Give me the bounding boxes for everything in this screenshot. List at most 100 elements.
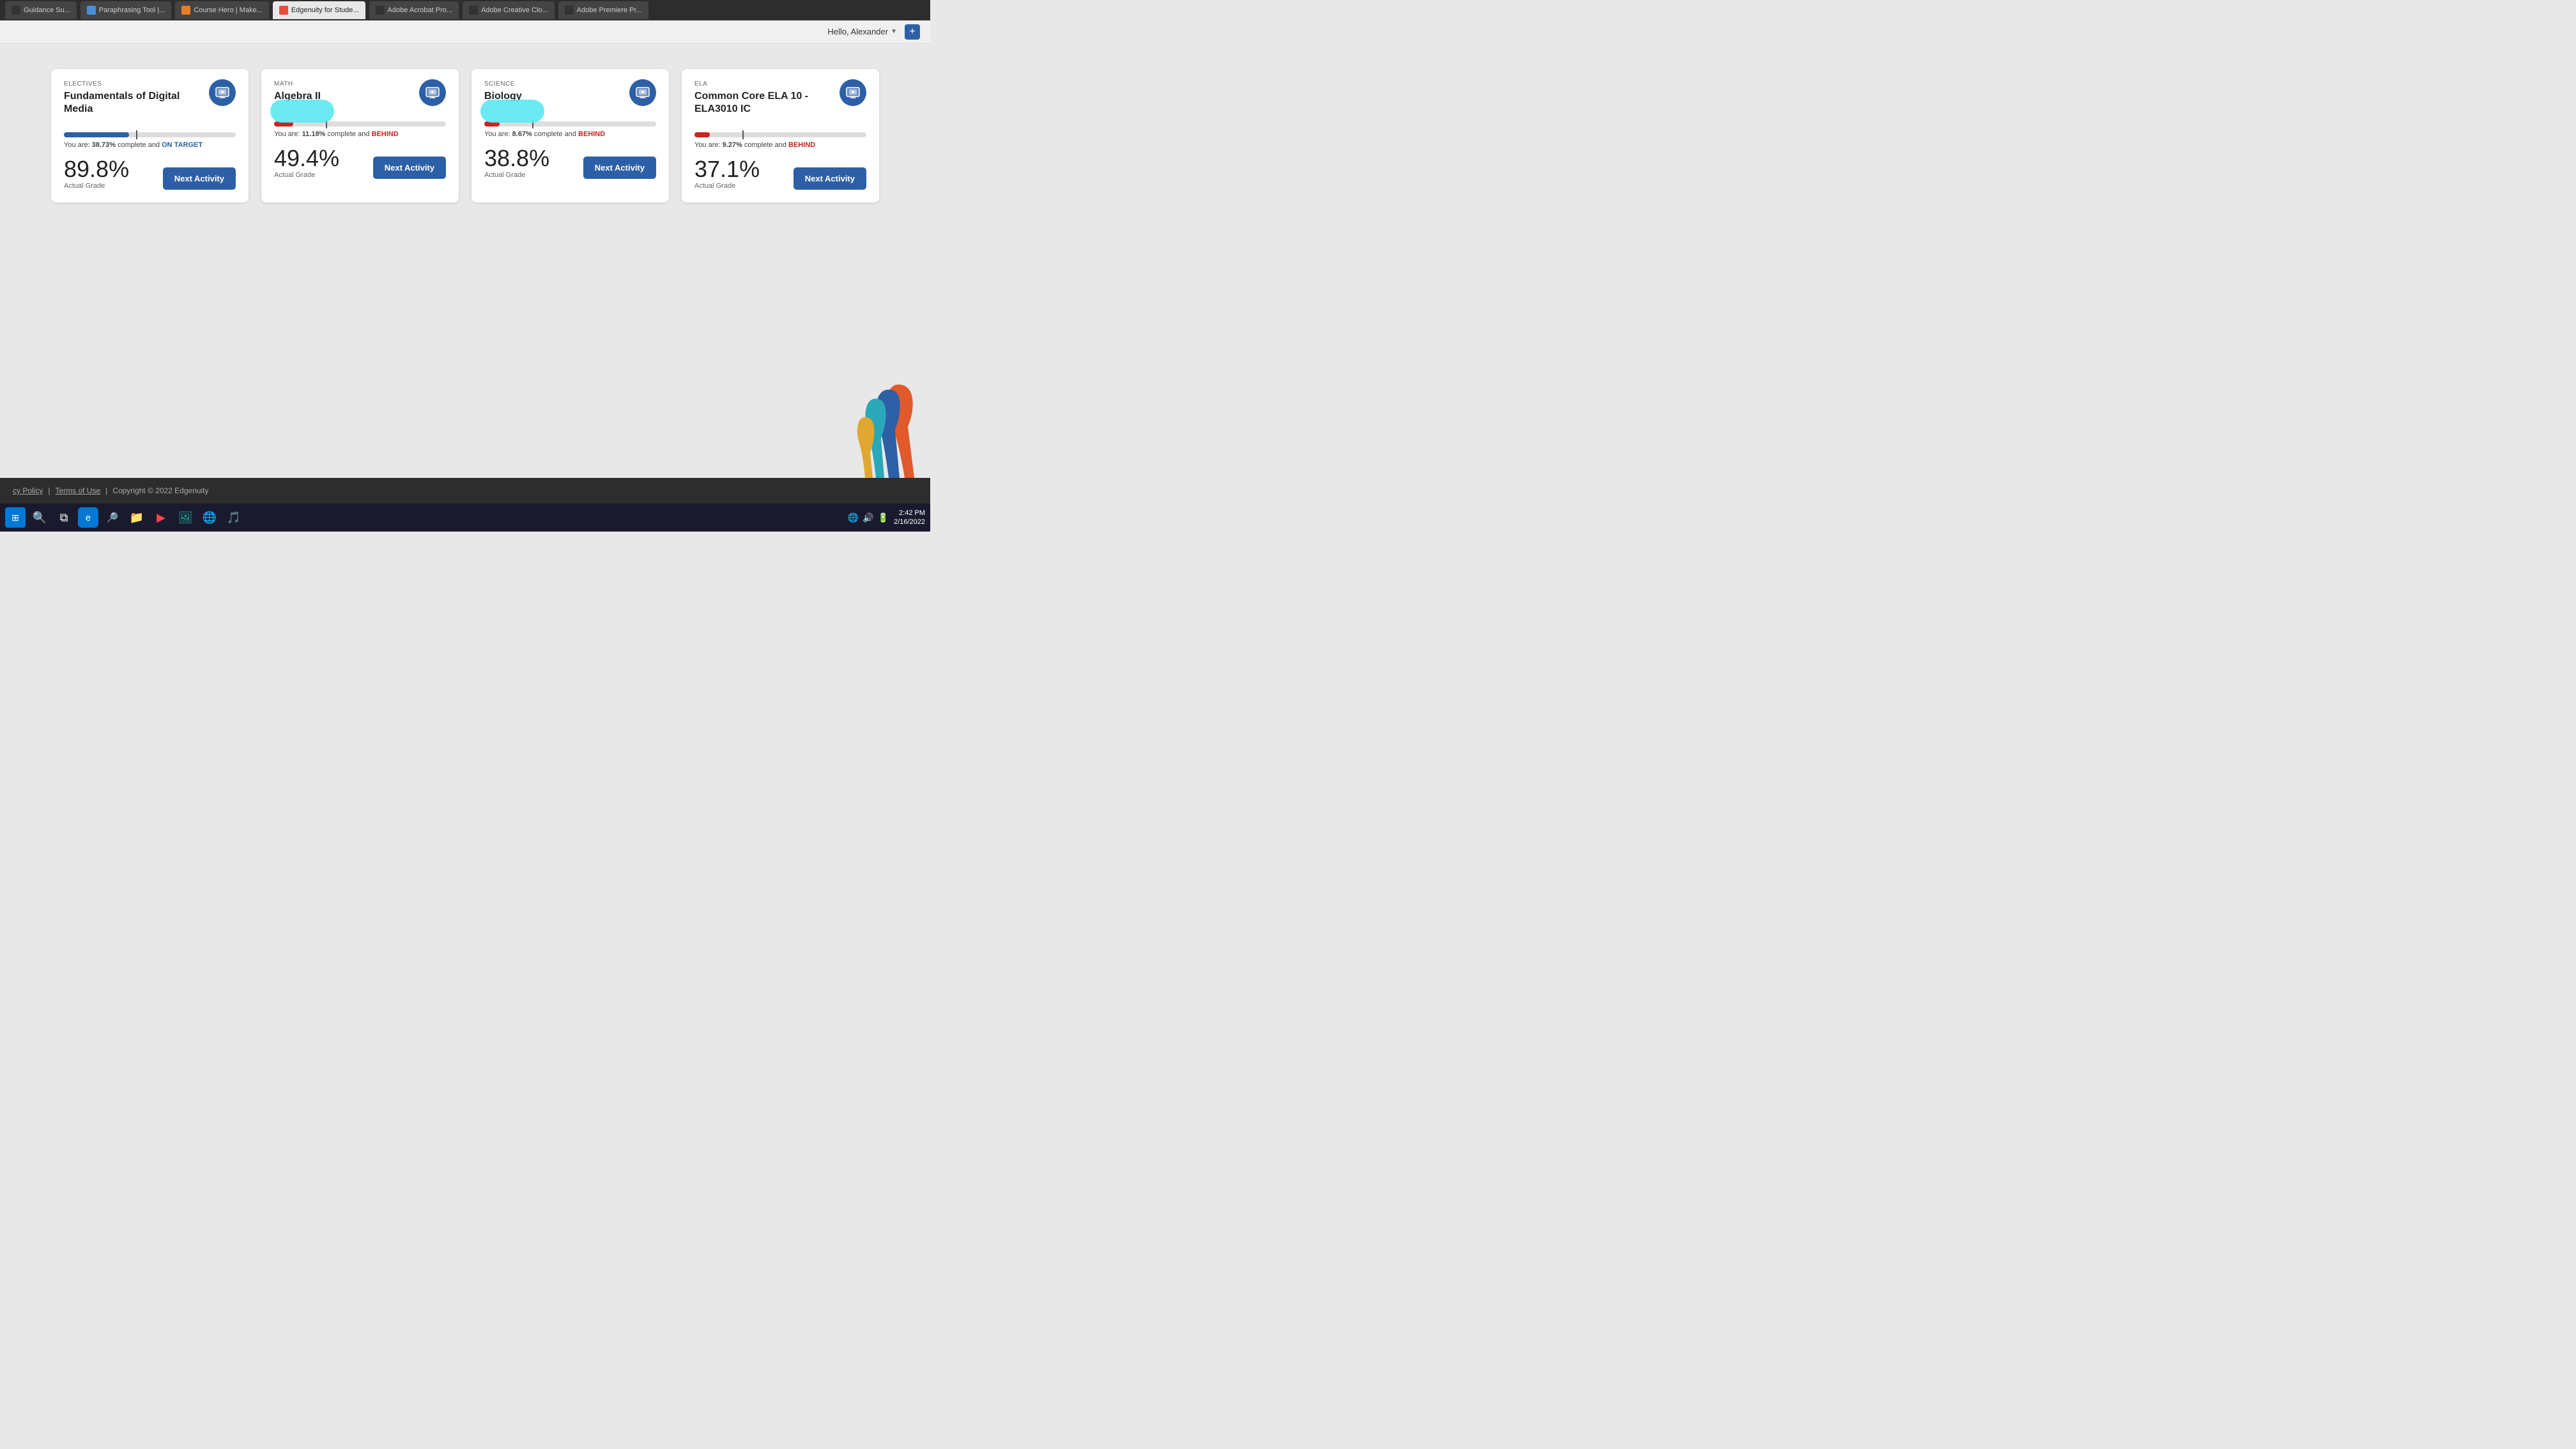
card-title-area: ELA Common Core ELA 10 - ELA3010 IC xyxy=(694,80,833,117)
grade-row: 49.4% Actual Grade Next Activity xyxy=(274,147,446,179)
footer: cy Policy | Terms of Use | Copyright © 2… xyxy=(0,478,930,503)
battery-icon: 🔋 xyxy=(878,512,889,523)
tab-favicon xyxy=(181,6,190,15)
taskbar-search-button[interactable]: 🔍 xyxy=(29,507,50,528)
grade-value: 38.8% xyxy=(484,147,549,170)
course-card-biology: SCIENCE Biology xyxy=(471,69,669,203)
system-tray: 🌐 🔊 🔋 xyxy=(848,512,889,523)
status-badge: BEHIND xyxy=(372,130,399,138)
progress-text: You are: 38.73% complete and ON TARGET xyxy=(64,141,236,149)
main-content: ELECTIVES Fundamentals of Digital Media xyxy=(0,43,930,478)
progress-section: You are: 11.18% complete and BEHIND xyxy=(274,121,446,138)
footer-copyright: Copyright © 2022 Edgenuity xyxy=(112,486,208,495)
grade-value: 89.8% xyxy=(64,158,129,181)
grade-area: 38.8% Actual Grade xyxy=(484,147,549,179)
course-card-digital-media: ELECTIVES Fundamentals of Digital Media xyxy=(51,69,249,203)
progress-section: You are: 38.73% complete and ON TARGET xyxy=(64,132,236,149)
footer-divider: | xyxy=(48,486,50,495)
tab-coursehero[interactable]: Course Hero | Make... xyxy=(175,1,268,19)
tab-favicon xyxy=(87,6,96,15)
grade-label: Actual Grade xyxy=(484,171,549,179)
taskbar-app-browser[interactable]: 🌐 xyxy=(199,507,220,528)
next-activity-button[interactable]: Next Activity xyxy=(163,167,236,190)
taskbar-app-search[interactable]: 🔎 xyxy=(102,507,123,528)
progress-text: You are: 9.27% complete and BEHIND xyxy=(694,141,866,149)
progress-bar-container xyxy=(64,132,236,137)
grade-value: 37.1% xyxy=(694,158,760,181)
card-title: Fundamentals of Digital Media xyxy=(64,90,203,116)
next-activity-button[interactable]: Next Activity xyxy=(583,157,656,179)
windows-taskbar: ⊞ 🔍 ⧉ e 🔎 📁 ▶ 🖼 🌐 🎵 🌐 🔊 🔋 2:42 PM 2/16/2… xyxy=(0,503,930,532)
privacy-blur-overlay xyxy=(480,100,544,123)
privacy-policy-link[interactable]: cy Policy xyxy=(13,486,43,495)
privacy-blur-overlay xyxy=(270,100,334,123)
progress-marker xyxy=(136,130,137,139)
user-greeting[interactable]: Hello, Alexander ▼ xyxy=(827,27,897,36)
terms-of-use-link[interactable]: Terms of Use xyxy=(55,486,100,495)
progress-text: You are: 8.67% complete and BEHIND xyxy=(484,130,656,138)
footer-divider: | xyxy=(105,486,107,495)
card-subject: SCIENCE xyxy=(484,80,623,88)
courses-grid: ELECTIVES Fundamentals of Digital Media xyxy=(51,69,879,203)
card-subject: MATH xyxy=(274,80,413,88)
chevron-down-icon: ▼ xyxy=(891,28,897,35)
network-icon: 🌐 xyxy=(848,512,859,523)
grade-row: 89.8% Actual Grade Next Activity xyxy=(64,158,236,190)
tab-favicon xyxy=(376,6,385,15)
progress-section: You are: 8.67% complete and BEHIND xyxy=(484,121,656,138)
browser-tab-bar: Guidance Su... Paraphrasing Tool |... Co… xyxy=(0,0,930,20)
add-button[interactable]: + xyxy=(905,24,920,40)
grade-label: Actual Grade xyxy=(64,182,129,190)
progress-bar-fill xyxy=(694,132,710,137)
taskbar-app-music[interactable]: 🎵 xyxy=(224,507,244,528)
next-activity-button[interactable]: Next Activity xyxy=(373,157,446,179)
status-badge: BEHIND xyxy=(788,141,815,149)
tab-favicon xyxy=(12,6,20,15)
footer-policy-text: cy Policy xyxy=(13,486,43,495)
card-header: ELA Common Core ELA 10 - ELA3010 IC xyxy=(694,80,866,117)
clock-date: 2/16/2022 xyxy=(894,518,925,526)
next-activity-button[interactable]: Next Activity xyxy=(793,167,866,190)
tab-acrobat[interactable]: Adobe Acrobat Pro... xyxy=(369,1,459,19)
tab-favicon xyxy=(469,6,478,15)
tab-premiere[interactable]: Adobe Premiere Pr... xyxy=(558,1,648,19)
progress-bar-container xyxy=(694,132,866,137)
taskbar-task-view[interactable]: ⧉ xyxy=(54,507,74,528)
tab-creative-cloud[interactable]: Adobe Creative Clo... xyxy=(463,1,555,19)
tab-favicon xyxy=(279,6,288,15)
windows-start-button[interactable]: ⊞ xyxy=(5,507,26,528)
taskbar-left: ⊞ 🔍 ⧉ e 🔎 📁 ▶ 🖼 🌐 🎵 xyxy=(5,507,244,528)
course-icon xyxy=(629,79,656,106)
decorative-graphic xyxy=(790,337,930,478)
progress-section: You are: 9.27% complete and BEHIND xyxy=(694,132,866,149)
app-header: Hello, Alexander ▼ + xyxy=(0,20,930,43)
tab-paraphrasing[interactable]: Paraphrasing Tool |... xyxy=(80,1,172,19)
grade-area: 37.1% Actual Grade xyxy=(694,158,760,190)
grade-label: Actual Grade xyxy=(694,182,760,190)
taskbar-right: 🌐 🔊 🔋 2:42 PM 2/16/2022 xyxy=(848,509,925,527)
course-card-algebra: MATH Algebra II xyxy=(261,69,459,203)
taskbar-app-photos[interactable]: 🖼 xyxy=(175,507,195,528)
taskbar-app-media[interactable]: ▶ xyxy=(151,507,171,528)
volume-icon: 🔊 xyxy=(862,512,873,523)
grade-label: Actual Grade xyxy=(274,171,339,179)
tab-guidance[interactable]: Guidance Su... xyxy=(5,1,77,19)
grade-area: 49.4% Actual Grade xyxy=(274,147,339,179)
card-header: ELECTIVES Fundamentals of Digital Media xyxy=(64,80,236,117)
taskbar-app-files[interactable]: 📁 xyxy=(126,507,147,528)
progress-bar-fill xyxy=(64,132,129,137)
tab-favicon xyxy=(565,6,574,15)
taskbar-app-edge[interactable]: e xyxy=(78,507,98,528)
clock-time: 2:42 PM xyxy=(894,509,925,518)
system-clock: 2:42 PM 2/16/2022 xyxy=(894,509,925,527)
status-badge: ON TARGET xyxy=(162,141,203,149)
card-title-area: ELECTIVES Fundamentals of Digital Media xyxy=(64,80,203,117)
progress-marker xyxy=(742,130,744,139)
tab-edgenuity[interactable]: Edgenuity for Stude... xyxy=(273,1,365,19)
card-title: Common Core ELA 10 - ELA3010 IC xyxy=(694,90,833,116)
grade-area: 89.8% Actual Grade xyxy=(64,158,129,190)
card-subject: ELECTIVES xyxy=(64,80,203,88)
course-card-ela: ELA Common Core ELA 10 - ELA3010 IC xyxy=(682,69,879,203)
course-icon xyxy=(839,79,866,106)
grade-row: 38.8% Actual Grade Next Activity xyxy=(484,147,656,179)
